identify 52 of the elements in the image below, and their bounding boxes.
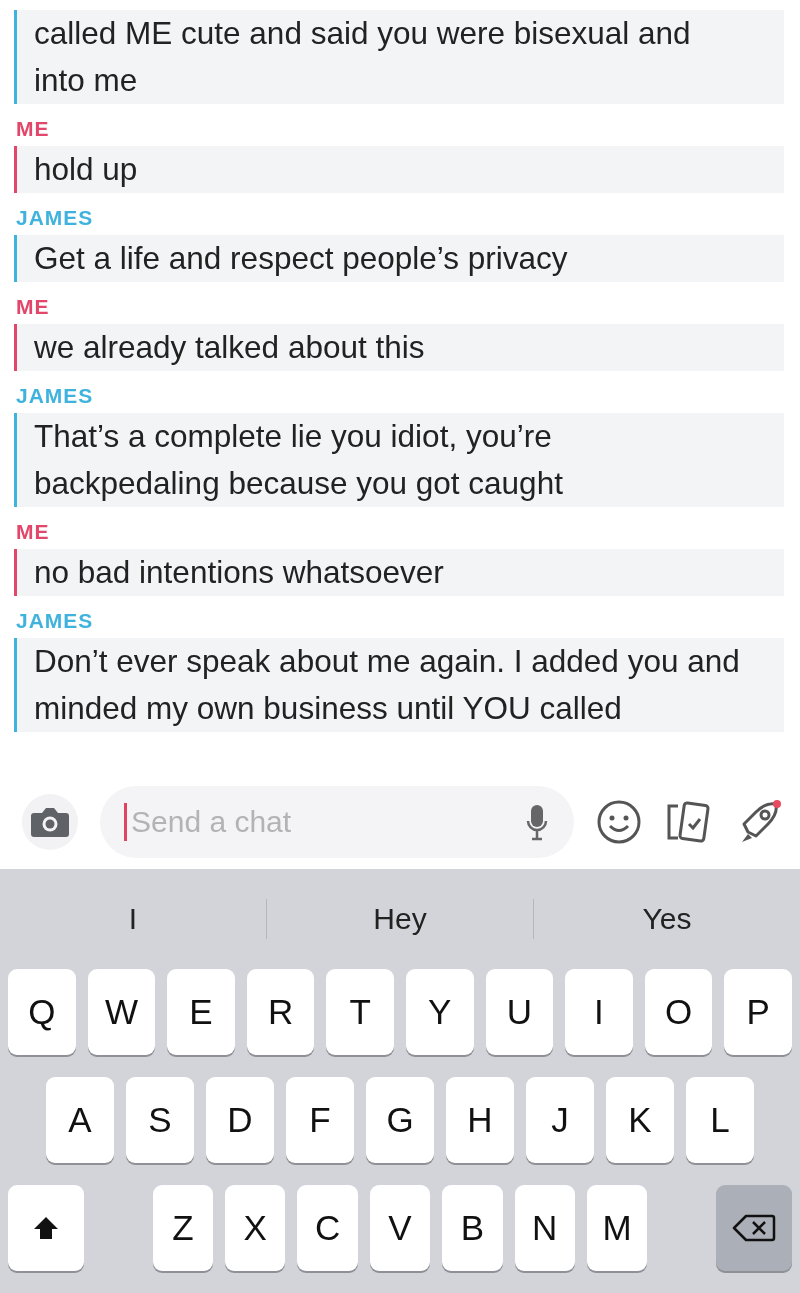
letter-key[interactable]: A <box>46 1077 114 1163</box>
word-suggestion[interactable]: Hey <box>267 889 533 949</box>
letter-key[interactable]: U <box>485 969 554 1055</box>
message-bubble: no bad intentions whatsoever <box>14 549 784 596</box>
letter-key[interactable]: M <box>586 1185 648 1271</box>
shift-icon[interactable] <box>33 1215 60 1241</box>
microphone-icon[interactable] <box>526 803 548 842</box>
backspace-key[interactable] <box>715 1185 792 1271</box>
camera-icon[interactable] <box>30 805 70 840</box>
message-bubble: we already talked about this <box>14 324 784 371</box>
smiley-icon[interactable] <box>596 799 642 846</box>
shift-key[interactable] <box>8 1185 85 1271</box>
backspace-icon[interactable] <box>731 1213 776 1243</box>
word-suggestion[interactable]: I <box>0 889 266 949</box>
letter-key[interactable]: I <box>565 969 633 1055</box>
chat-input[interactable]: Send a chat <box>129 804 524 841</box>
sender-name: ME <box>16 519 50 545</box>
letter-key[interactable]: V <box>369 1185 431 1271</box>
letter-key[interactable]: G <box>366 1077 434 1163</box>
message-bubble: Don’t ever speak about me again. I added you and minded my own business until YOU called <box>14 638 784 732</box>
letter-key[interactable]: B <box>442 1185 503 1271</box>
letter-key[interactable]: O <box>644 969 713 1055</box>
letter-key[interactable]: F <box>286 1077 354 1163</box>
letter-key[interactable]: X <box>225 1185 286 1271</box>
letter-key[interactable]: W <box>87 969 156 1055</box>
message-bubble: Get a life and respect people’s privacy <box>14 235 784 282</box>
letter-key[interactable]: P <box>724 969 792 1055</box>
letter-key[interactable]: D <box>206 1077 274 1163</box>
letter-key[interactable]: J <box>526 1077 594 1163</box>
sender-name: JAMES <box>16 205 94 231</box>
letter-key[interactable]: K <box>606 1077 674 1163</box>
letter-key[interactable]: H <box>446 1077 514 1163</box>
letter-key[interactable]: L <box>686 1077 754 1163</box>
chat-field[interactable]: Send a chat <box>100 786 574 859</box>
letter-key[interactable]: Q <box>8 969 76 1055</box>
letter-key[interactable]: Y <box>406 969 474 1055</box>
text-cursor <box>124 803 127 842</box>
message-bubble: called ME cute and said you were bisexual and into me <box>14 10 784 104</box>
letter-key[interactable]: R <box>246 969 315 1055</box>
letter-key[interactable]: Z <box>152 1185 214 1271</box>
sender-name: ME <box>16 294 50 320</box>
sender-name: JAMES <box>16 608 94 634</box>
message-bubble: hold up <box>14 146 784 193</box>
word-suggestion[interactable]: Yes <box>534 889 800 949</box>
letter-key[interactable]: E <box>167 969 235 1055</box>
message-bubble: That’s a complete lie you idiot, you’re backpedaling because you got caught <box>14 413 784 507</box>
letter-key[interactable]: C <box>297 1185 358 1271</box>
letter-key[interactable]: N <box>514 1185 575 1271</box>
letter-key[interactable]: S <box>126 1077 194 1163</box>
sender-name: JAMES <box>16 383 94 409</box>
sender-name: ME <box>16 116 50 142</box>
letter-key[interactable]: T <box>326 969 394 1055</box>
